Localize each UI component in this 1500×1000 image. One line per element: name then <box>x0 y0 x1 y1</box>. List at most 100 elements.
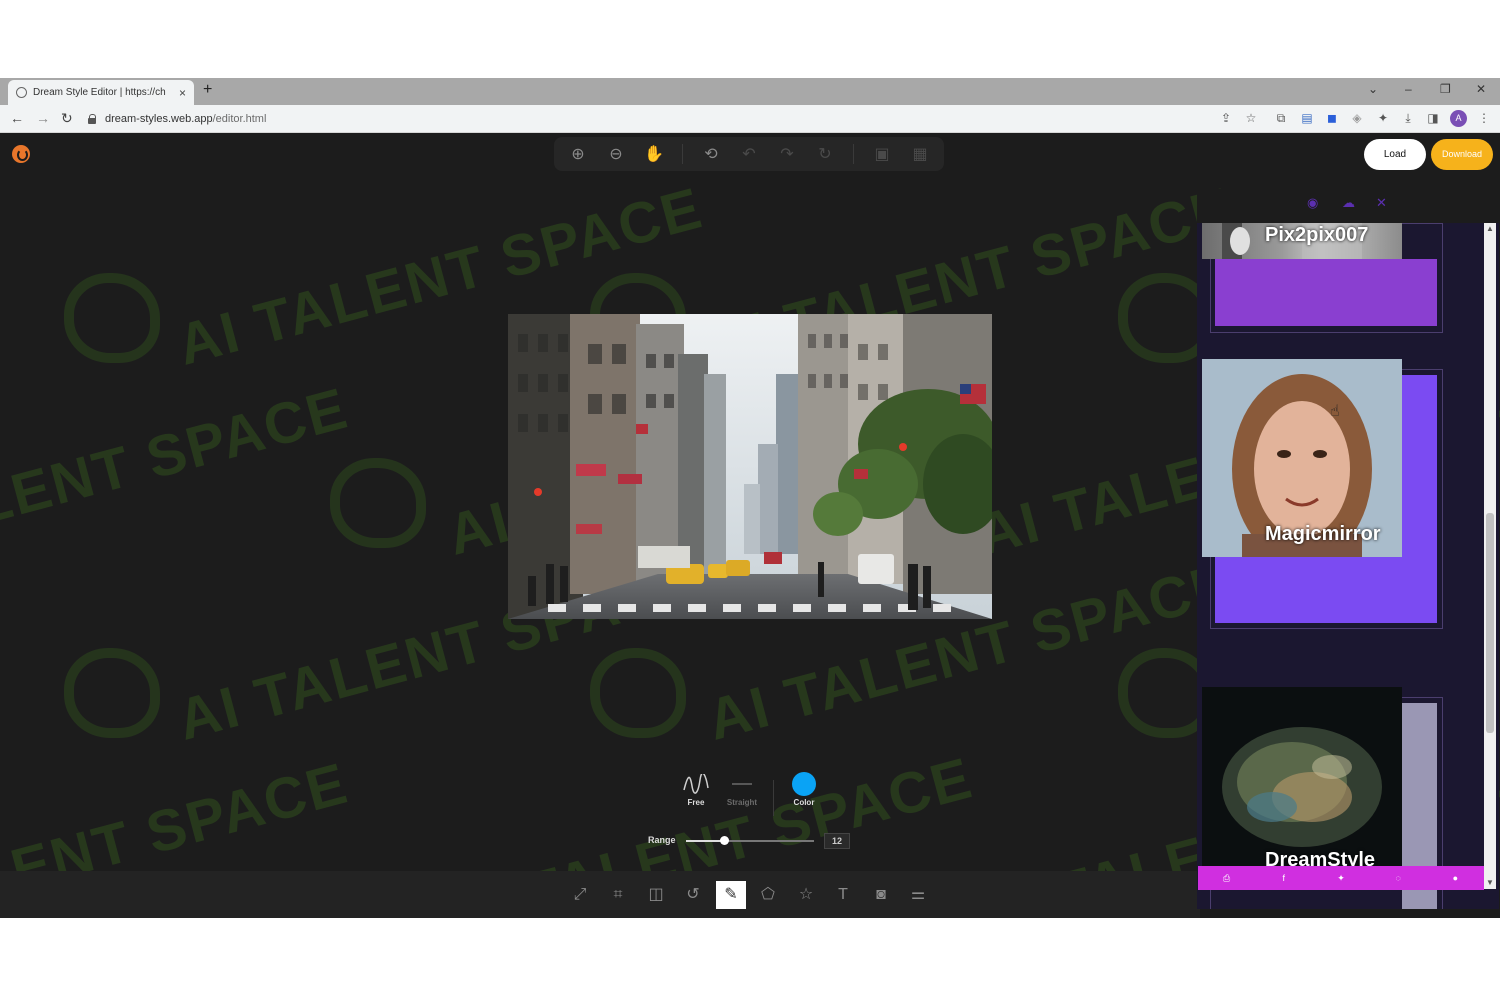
resize-icon[interactable]: ⤢ <box>565 881 595 909</box>
watermark-logo <box>64 648 160 738</box>
extensions-puzzle-icon[interactable]: ✦ <box>1376 111 1390 125</box>
close-window-button[interactable]: ✕ <box>1476 82 1486 96</box>
draw-mode-controls: Free Straight Color <box>674 772 834 824</box>
extension-reader-icon[interactable]: ▤ <box>1300 111 1314 125</box>
styles-panel-scrollbar[interactable]: ▲ ▼ <box>1484 223 1496 889</box>
crop-icon[interactable]: ⌗ <box>603 881 633 909</box>
delete-icon[interactable]: ▣ <box>872 144 892 164</box>
eye-off-icon[interactable]: ◉ <box>1307 195 1318 211</box>
range-label: Range <box>648 835 676 845</box>
url-path: /editor.html <box>212 113 267 125</box>
download-icon[interactable]: ⤓ <box>1401 111 1415 125</box>
range-slider-handle[interactable] <box>720 836 730 845</box>
profile-avatar[interactable]: A <box>1450 110 1467 127</box>
url-host: dream-styles.web.app <box>105 113 213 125</box>
toolbar-divider <box>682 144 683 164</box>
delete-all-icon[interactable]: ▦ <box>910 144 930 164</box>
globe-icon <box>16 87 27 98</box>
zoom-in-icon[interactable]: ⊕ <box>568 144 588 164</box>
facebook-icon[interactable]: f <box>1279 873 1289 883</box>
load-button[interactable]: Load <box>1364 139 1426 170</box>
style-card-dreamstyle[interactable] <box>1202 687 1402 867</box>
icon-icon[interactable]: ☆ <box>791 881 821 909</box>
bookmark-star-icon[interactable]: ☆ <box>1244 111 1258 125</box>
screenshot-icon[interactable]: ⧉ <box>1274 111 1288 125</box>
messenger-icon[interactable]: ● <box>1450 873 1460 883</box>
rotate-icon[interactable]: ↺ <box>678 881 708 909</box>
straight-line-icon <box>732 783 752 785</box>
browser-tab[interactable]: Dream Style Editor | https://ch × <box>8 80 194 105</box>
straight-draw-option[interactable]: Straight <box>722 774 762 807</box>
scroll-down-icon[interactable]: ▼ <box>1484 877 1496 889</box>
mask-icon[interactable]: ◙ <box>866 881 896 909</box>
draw-icon[interactable]: ✎ <box>716 881 746 909</box>
watermark-text: LENT SPACE <box>0 375 355 538</box>
cloud-upload-icon[interactable]: ☁ <box>1342 195 1355 211</box>
shape-icon[interactable]: ⬠ <box>753 881 783 909</box>
forward-icon[interactable]: → <box>36 110 50 126</box>
scroll-up-icon[interactable]: ▲ <box>1484 223 1496 235</box>
free-draw-option[interactable]: Free <box>676 772 716 807</box>
color-label: Color <box>793 798 815 807</box>
redo-icon[interactable]: ↷ <box>777 144 797 164</box>
hand-icon[interactable]: ✋ <box>644 144 664 164</box>
canvas-image[interactable] <box>508 314 992 619</box>
zoom-out-icon[interactable]: ⊖ <box>606 144 626 164</box>
color-swatch[interactable] <box>792 772 816 796</box>
text-icon[interactable]: T <box>828 881 858 909</box>
watermark-logo <box>590 648 686 738</box>
tab-title: Dream Style Editor | https://ch <box>33 87 166 98</box>
share-bar: ⎙ f ✦ ◌ ● <box>1198 866 1484 890</box>
hand-cursor-icon: ☝ <box>1330 403 1340 420</box>
style-card-label: Pix2pix007 <box>1265 224 1369 246</box>
reset-icon[interactable]: ↻ <box>815 144 835 164</box>
city-street-photo <box>508 314 992 619</box>
screen: Dream Style Editor | https://ch × + ⌄ – … <box>0 0 1500 1000</box>
draw-controls-divider <box>773 780 774 816</box>
tab-search-icon[interactable]: ⌄ <box>1368 82 1378 96</box>
minimize-button[interactable]: – <box>1405 82 1412 96</box>
extension-grey-icon[interactable]: ◈ <box>1350 111 1364 125</box>
twitter-icon[interactable]: ✦ <box>1336 873 1346 883</box>
close-tab-icon[interactable]: × <box>179 86 186 100</box>
style-card-label: Magicmirror <box>1265 523 1381 545</box>
toolbar-divider <box>853 144 854 164</box>
back-icon[interactable]: ← <box>10 110 24 126</box>
extension-dual-icon[interactable]: ◼ <box>1325 111 1339 125</box>
editor-app: AI TALENT SPACE AI TALENT SPACE LENT SPA… <box>0 133 1500 918</box>
address-bar: ← → ↻ dream-styles.web.app/editor.html ⇪… <box>0 105 1500 133</box>
sidepanel-icon[interactable]: ◨ <box>1426 111 1440 125</box>
restore-button[interactable]: ❐ <box>1440 82 1451 96</box>
watermark-logo <box>330 458 426 548</box>
range-value-field[interactable]: 12 <box>824 833 850 849</box>
url-field[interactable]: dream-styles.web.app/editor.html <box>88 109 1198 129</box>
share-page-icon[interactable]: ⇪ <box>1219 111 1233 125</box>
styles-panel-header: ◉ ☁ ✕ <box>1197 189 1499 223</box>
new-tab-button[interactable]: + <box>203 81 212 99</box>
style-card-accent <box>1215 259 1437 326</box>
range-control: Range 12 <box>648 833 858 849</box>
styles-panel: ◉ ☁ ✕ Pix2pix007 Magicmirror DreamStyle … <box>1197 189 1499 909</box>
app-logo[interactable] <box>12 145 30 163</box>
flip-icon[interactable]: ◫ <box>641 881 671 909</box>
free-label: Free <box>687 798 705 807</box>
dreamstyle-thumbnail <box>1202 687 1402 867</box>
history-icon[interactable]: ⟲ <box>701 144 721 164</box>
print-icon[interactable]: ⎙ <box>1222 873 1232 883</box>
download-button[interactable]: Download <box>1431 139 1493 170</box>
range-slider[interactable] <box>686 836 814 845</box>
expand-icon[interactable]: ✕ <box>1376 195 1387 211</box>
browser-tab-strip: Dream Style Editor | https://ch × + ⌄ – … <box>0 78 1500 105</box>
top-toolbar: ⊕ ⊖ ✋ ⟲ ↶ ↷ ↻ ▣ ▦ <box>554 137 944 171</box>
straight-label: Straight <box>726 798 758 807</box>
browser-menu-icon[interactable]: ⋮ <box>1477 111 1491 125</box>
reload-icon[interactable]: ↻ <box>61 110 73 127</box>
bottom-toolbar: ⤢ ⌗ ◫ ↺ ✎ ⬠ ☆ T ◙ ⚌ <box>0 871 1200 918</box>
whatsapp-icon[interactable]: ◌ <box>1393 873 1403 883</box>
color-picker[interactable]: Color <box>784 766 824 807</box>
undo-icon[interactable]: ↶ <box>739 144 759 164</box>
filter-icon[interactable]: ⚌ <box>903 881 933 909</box>
watermark-logo <box>64 273 160 363</box>
scrollbar-thumb[interactable] <box>1486 513 1494 733</box>
range-slider-fill <box>686 840 725 842</box>
